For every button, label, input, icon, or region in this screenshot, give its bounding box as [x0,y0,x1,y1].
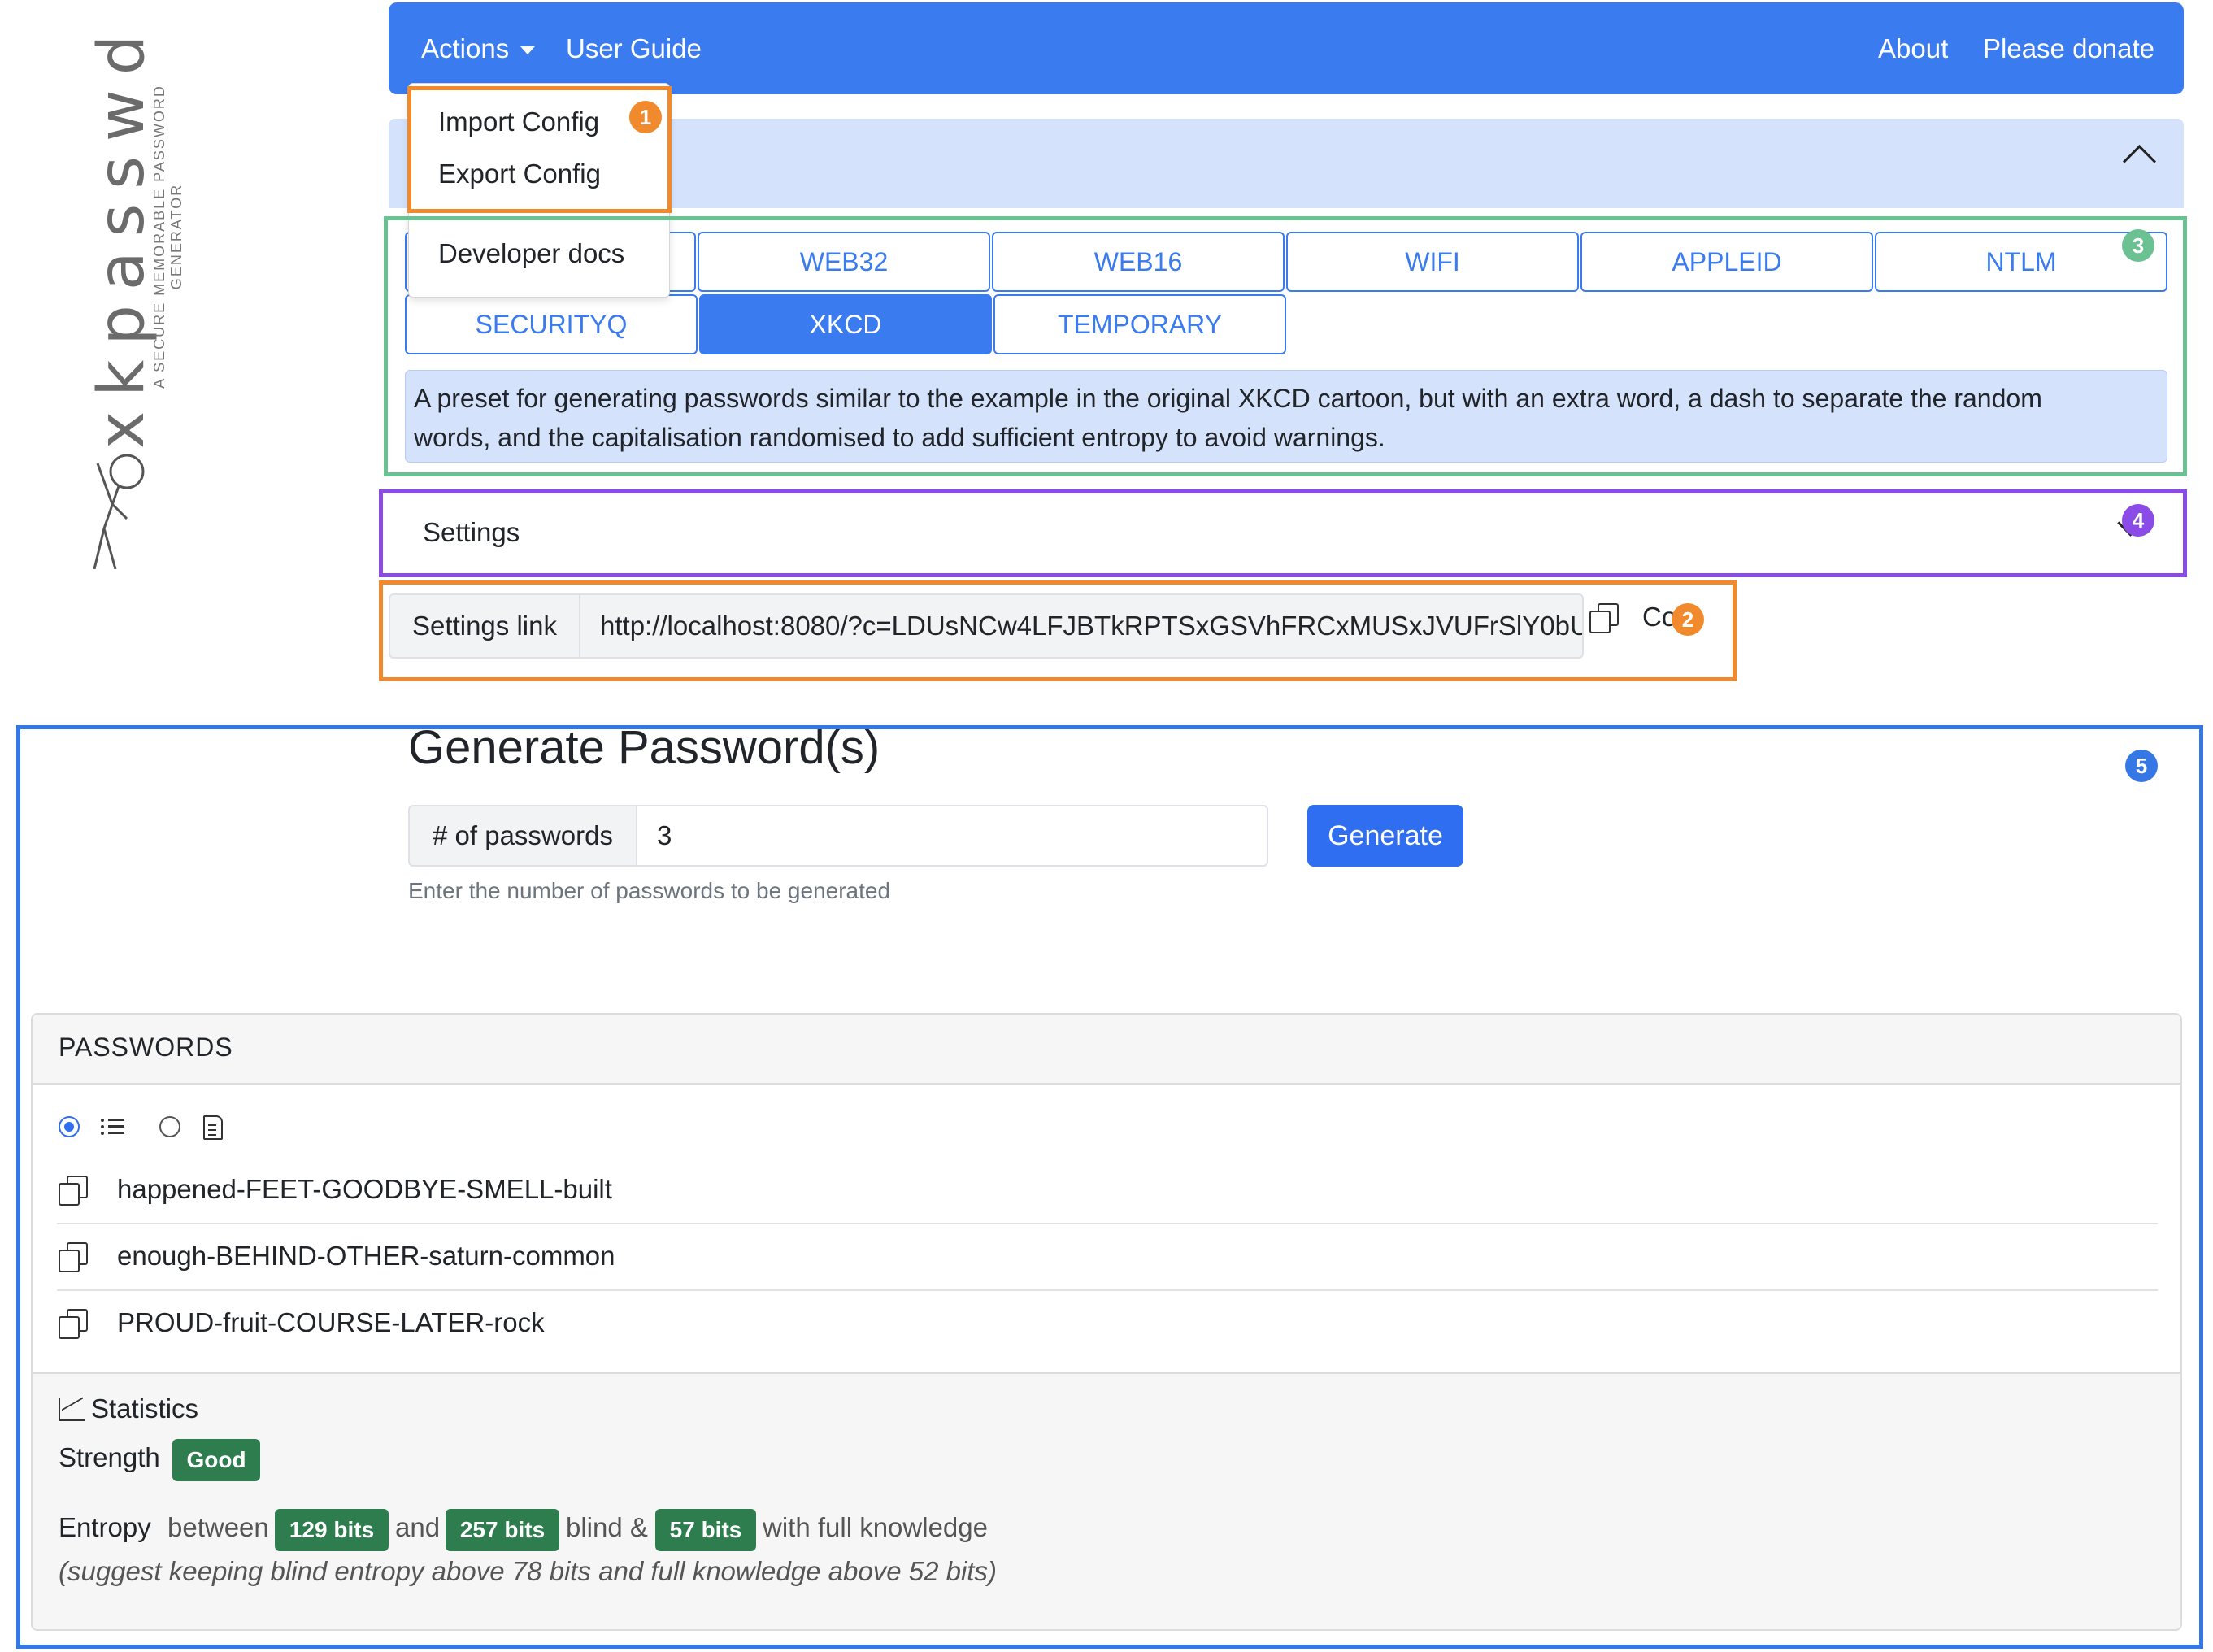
donate-link[interactable]: Please donate [1983,2,2154,94]
annotation-marker-4: 4 [2122,504,2154,537]
annotation-marker-3: 3 [2122,229,2154,262]
actions-menu-button[interactable]: Actions [421,2,536,94]
stick-figure-icon [93,454,145,569]
annotation-marker-2: 2 [1672,603,1704,636]
chevron-up-icon [2122,144,2157,179]
annotation-box-1 [407,86,672,213]
user-guide-link[interactable]: User Guide [566,2,702,94]
logo-wordmark: xkpasswd [85,20,159,449]
annotation-box-5 [16,725,2203,1649]
annotation-marker-5: 5 [2125,750,2158,782]
annotation-box-3 [384,216,2187,476]
annotation-box-4 [379,489,2187,577]
logo-tagline: A SECURE MEMORABLE PASSWORD GENERATOR [151,85,185,389]
app-logo: xkpasswd A SECURE MEMORABLE PASSWORD GEN… [49,12,185,569]
annotation-marker-1: 1 [629,101,662,133]
top-navbar: Actions User Guide About Please donate [389,2,2184,94]
about-link[interactable]: About [1878,2,1948,94]
annotation-box-2 [379,580,1737,681]
actions-label: Actions [421,33,510,63]
caret-down-icon [520,46,536,55]
